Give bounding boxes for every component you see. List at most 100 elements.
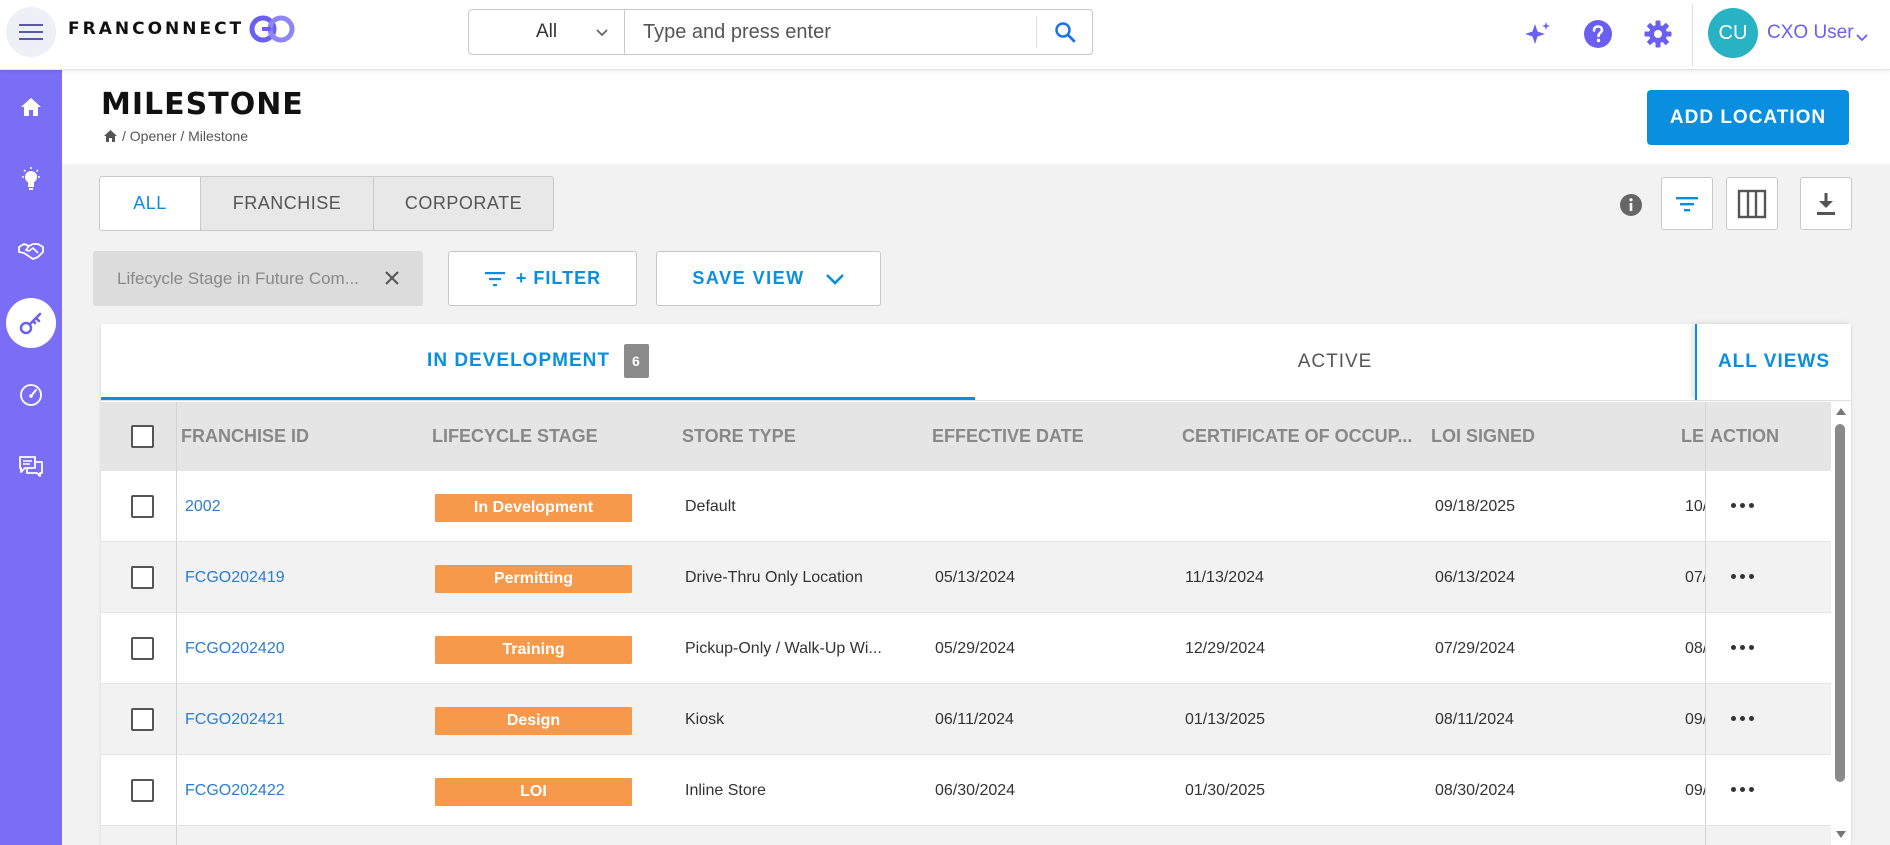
search-input[interactable]: [625, 10, 1036, 54]
search-button[interactable]: [1036, 16, 1092, 48]
effective-date-cell: 06/11/2024: [935, 710, 1014, 728]
lease-cell: 09/: [1685, 710, 1705, 728]
lease-cell: 08/: [1685, 639, 1705, 657]
tab-active[interactable]: ACTIVE: [975, 324, 1695, 400]
sidebar-item-dashboard[interactable]: [6, 370, 56, 420]
row-checkbox[interactable]: [131, 566, 154, 589]
row-checkbox[interactable]: [131, 708, 154, 731]
add-filter-button[interactable]: + FILTER: [448, 251, 637, 306]
lease-cell: 07/: [1685, 568, 1705, 586]
header-lifecycle-stage[interactable]: LIFECYCLE STAGE: [432, 402, 672, 471]
help-button[interactable]: [1581, 17, 1615, 51]
user-divider: [1692, 4, 1693, 66]
scrollbar-thumb[interactable]: [1835, 424, 1845, 782]
lifecycle-stage-badge: Design: [435, 707, 632, 735]
search-icon: [1054, 22, 1075, 43]
sidebar-item-deals[interactable]: [6, 226, 56, 276]
tab-count-badge: 6: [623, 343, 649, 378]
sidebar-item-opener[interactable]: [6, 298, 56, 348]
settings-button[interactable]: [1641, 17, 1675, 51]
table-row[interactable]: FCGO202422 LOI Inline Store 06/30/2024 0…: [101, 755, 1831, 826]
header-effective-date[interactable]: EFFECTIVE DATE: [932, 402, 1172, 471]
column-separator: [176, 542, 177, 612]
tab-in-development[interactable]: IN DEVELOPMENT 6: [101, 324, 975, 400]
segment-franchise[interactable]: FRANCHISE: [200, 177, 373, 230]
header-store-type[interactable]: STORE TYPE: [682, 402, 922, 471]
sidebar-item-ideas[interactable]: [6, 154, 56, 204]
all-views-button[interactable]: ALL VIEWS: [1695, 324, 1851, 400]
breadcrumb: / Opener / Milestone: [103, 128, 248, 144]
save-view-button[interactable]: SAVE VIEW: [656, 251, 881, 306]
row-actions-more-icon[interactable]: [1731, 645, 1754, 650]
home-breadcrumb-icon[interactable]: [103, 129, 118, 143]
loi-signed-cell: 09/18/2025: [1435, 497, 1516, 515]
table-row[interactable]: [101, 826, 1831, 845]
table-row[interactable]: 2002 In Development Default 09/18/2025 1…: [101, 471, 1831, 542]
row-checkbox[interactable]: [131, 637, 154, 660]
columns-icon: [1737, 189, 1767, 218]
row-checkbox[interactable]: [131, 495, 154, 518]
franchise-id-link[interactable]: FCGO202421: [185, 684, 415, 755]
column-separator: [1705, 826, 1706, 845]
download-button[interactable]: [1800, 177, 1852, 230]
logo-go-icon: [249, 15, 295, 43]
header-franchise-id[interactable]: FRANCHISE ID: [181, 402, 421, 471]
franchise-id-link[interactable]: FCGO202420: [185, 613, 415, 684]
effective-date-cell: 06/30/2024: [935, 781, 1016, 799]
franchise-id-link[interactable]: FCGO202422: [185, 755, 415, 826]
user-name[interactable]: CXO User: [1767, 22, 1854, 44]
scroll-down-arrow-icon[interactable]: [1835, 830, 1847, 840]
user-menu-chevron-icon[interactable]: [1855, 30, 1869, 44]
add-location-button[interactable]: ADD LOCATION: [1647, 90, 1849, 145]
sidebar-item-messages[interactable]: [6, 442, 56, 492]
header-loi-signed[interactable]: LOI SIGNED: [1431, 402, 1671, 471]
certificate-cell: 01/30/2025: [1185, 781, 1266, 799]
columns-button[interactable]: [1726, 177, 1778, 230]
row-checkbox[interactable]: [131, 779, 154, 802]
chevron-down-icon: [596, 29, 608, 37]
table-header: FRANCHISE ID LIFECYCLE STAGE STORE TYPE …: [101, 402, 1831, 471]
lifecycle-stage-badge: Training: [435, 636, 632, 664]
header-lease[interactable]: LE: [1681, 402, 1705, 471]
loi-signed-cell: 08/11/2024: [1435, 710, 1514, 728]
home-icon: [21, 98, 41, 116]
segment-corporate[interactable]: CORPORATE: [373, 177, 553, 230]
franchise-id-link[interactable]: 2002: [185, 471, 415, 542]
column-separator: [1705, 613, 1706, 683]
breadcrumb-path[interactable]: / Opener / Milestone: [122, 128, 248, 144]
franconnect-logo[interactable]: FRANCONNECT: [68, 14, 296, 44]
ai-sparkle-button[interactable]: [1521, 17, 1555, 51]
row-actions-more-icon[interactable]: [1731, 503, 1754, 508]
sidebar-item-home[interactable]: [6, 82, 56, 132]
sparkle-icon: [1525, 22, 1550, 44]
row-actions-more-icon[interactable]: [1731, 716, 1754, 721]
segment-all[interactable]: ALL: [100, 177, 200, 230]
search-scope-select[interactable]: All: [469, 10, 625, 54]
lease-cell: 10/: [1685, 497, 1705, 515]
certificate-cell: 01/13/2025: [1185, 710, 1266, 728]
row-actions-more-icon[interactable]: [1731, 787, 1754, 792]
user-avatar[interactable]: CU: [1708, 8, 1758, 58]
gauge-icon: [20, 384, 42, 406]
global-search: All: [468, 9, 1093, 55]
close-icon[interactable]: [383, 269, 401, 287]
store-type-cell: Default: [685, 497, 736, 515]
info-icon[interactable]: [1619, 193, 1643, 217]
chat-icon: [19, 456, 43, 477]
store-type-cell: Drive-Thru Only Location: [685, 568, 863, 586]
row-actions-more-icon[interactable]: [1731, 574, 1754, 579]
table-row[interactable]: FCGO202420 Training Pickup-Only / Walk-U…: [101, 613, 1831, 684]
column-separator: [1705, 542, 1706, 612]
select-all-checkbox[interactable]: [131, 425, 154, 448]
filter-toggle-button[interactable]: [1661, 177, 1713, 230]
table-row[interactable]: FCGO202421 Design Kiosk 06/11/2024 01/13…: [101, 684, 1831, 755]
table-row[interactable]: FCGO202419 Permitting Drive-Thru Only Lo…: [101, 542, 1831, 613]
handshake-icon: [18, 243, 44, 260]
filter-chip-lifecycle-stage[interactable]: Lifecycle Stage in Future Com...: [93, 251, 423, 306]
hamburger-menu-button[interactable]: [6, 7, 56, 57]
column-separator: [176, 402, 177, 471]
scroll-up-arrow-icon[interactable]: [1835, 406, 1847, 416]
header-certificate-of-occupancy[interactable]: CERTIFICATE OF OCCUP...: [1182, 402, 1422, 471]
franchise-id-link[interactable]: FCGO202419: [185, 542, 415, 613]
chevron-down-icon: [825, 273, 844, 285]
